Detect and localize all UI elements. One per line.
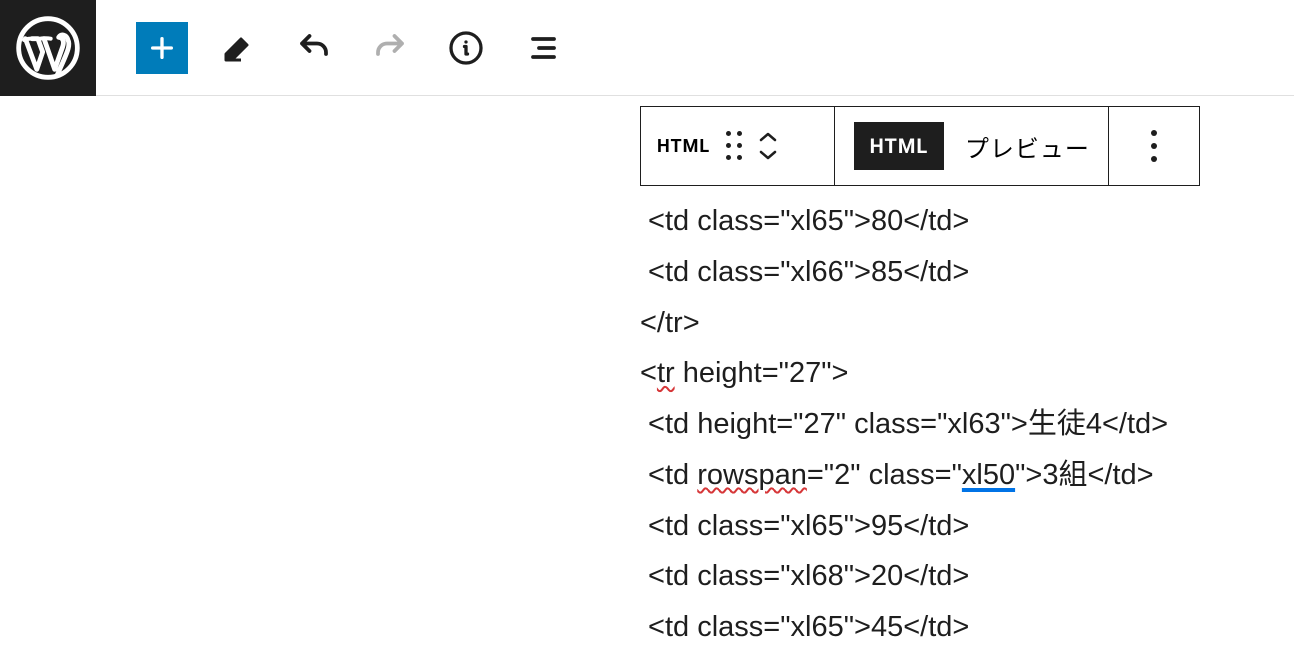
redo-button[interactable]	[364, 22, 416, 74]
undo-button[interactable]	[288, 22, 340, 74]
chevron-down-icon[interactable]	[758, 149, 778, 161]
move-updown-control[interactable]	[758, 131, 778, 161]
code-line: </tr>	[640, 298, 1294, 349]
block-toolbar: HTML HTML プレビュー	[640, 106, 1200, 186]
info-button[interactable]	[440, 22, 492, 74]
code-line: <td class="xl65">95</td>	[640, 501, 1294, 552]
drag-handle-icon[interactable]	[726, 131, 742, 161]
wordpress-logo[interactable]	[0, 0, 96, 96]
code-line: <td class="xl68">20</td>	[640, 551, 1294, 602]
preview-mode-button[interactable]: プレビュー	[965, 129, 1090, 164]
block-type-label[interactable]: HTML	[657, 136, 710, 157]
chevron-up-icon[interactable]	[758, 131, 778, 143]
html-code-editor[interactable]: <td class="xl65">80</td> <td class="xl66…	[640, 196, 1294, 653]
code-line: <tr height="27">	[640, 348, 1294, 399]
code-line: <td height="27" class="xl63">生徒4</td>	[640, 399, 1294, 450]
add-block-button[interactable]	[136, 22, 188, 74]
more-options-button[interactable]	[1151, 130, 1157, 162]
code-line: <td rowspan="2" class="xl50">3組</td>	[640, 450, 1294, 501]
code-line: <td class="xl66">85</td>	[640, 247, 1294, 298]
code-line: <td class="xl65">80</td>	[640, 196, 1294, 247]
code-line: <td class="xl65">45</td>	[640, 602, 1294, 653]
outline-button[interactable]	[516, 22, 568, 74]
edit-tool-button[interactable]	[212, 22, 264, 74]
html-mode-button[interactable]: HTML	[854, 122, 945, 170]
